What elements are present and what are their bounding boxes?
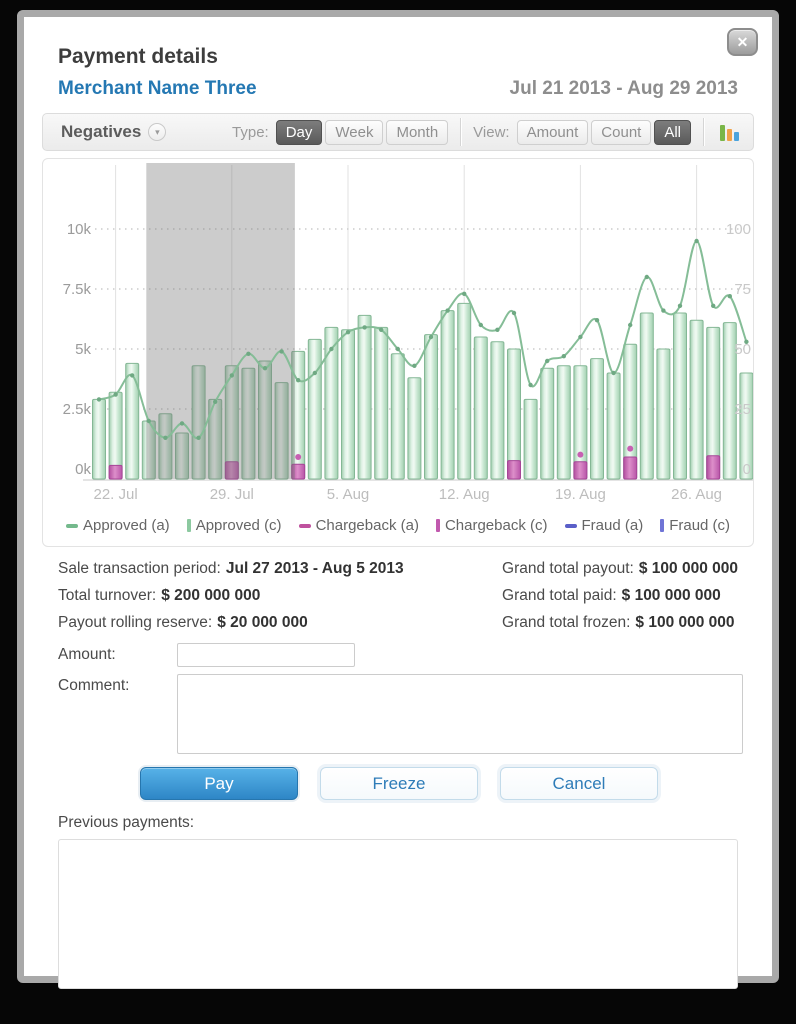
grand-paid-value: $ 100 000 000 — [622, 587, 721, 604]
svg-text:5. Aug: 5. Aug — [327, 486, 370, 503]
sale-period-label: Sale transaction period: — [58, 560, 221, 577]
legend-dash-icon — [299, 524, 311, 528]
svg-text:100: 100 — [726, 221, 751, 238]
svg-text:7.5k: 7.5k — [63, 281, 92, 298]
view-label: View: — [473, 124, 509, 141]
negatives-section-label: Negatives — [61, 122, 141, 142]
comment-field[interactable] — [177, 674, 743, 754]
chart-toolbar: Negatives ▾ Type: Day Week Month View: A… — [42, 113, 754, 151]
svg-text:5k: 5k — [75, 341, 91, 358]
grand-frozen-label: Grand total frozen: — [502, 614, 630, 631]
chargeback-dot — [577, 452, 583, 458]
previous-payments-label: Previous payments: — [58, 814, 754, 832]
comment-label: Comment: — [58, 674, 177, 754]
legend-label: Chargeback (a) — [316, 517, 419, 534]
chargeback-dot — [295, 454, 301, 460]
toolbar-divider — [703, 118, 704, 146]
svg-text:0: 0 — [743, 461, 751, 478]
legend-item: Chargeback (c) — [436, 517, 548, 534]
type-toggle: Day Week Month — [276, 120, 448, 145]
amount-field[interactable] — [177, 643, 355, 667]
previous-payments-list — [58, 839, 738, 989]
svg-text:2.5k: 2.5k — [63, 401, 92, 418]
total-turnover-value: $ 200 000 000 — [161, 587, 260, 604]
totals-right-column: Grand total payout: $ 100 000 000 Grand t… — [502, 560, 738, 641]
cancel-button[interactable]: Cancel — [500, 767, 658, 800]
merchant-name-link[interactable]: Merchant Name Three — [58, 78, 257, 100]
legend-dash-icon — [66, 524, 78, 528]
grand-frozen-value: $ 100 000 000 — [635, 614, 734, 631]
chart-icon-bar — [727, 129, 732, 141]
view-all-button[interactable]: All — [654, 120, 691, 145]
page-title: Payment details — [58, 45, 754, 69]
sale-period-value: Jul 27 2013 - Aug 5 2013 — [226, 560, 404, 577]
type-month-button[interactable]: Month — [386, 120, 448, 145]
grand-payout-value: $ 100 000 000 — [639, 560, 738, 577]
payments-chart-card: 0k 2.5k 5k 7.5k 10k 0 25 50 75 100 22. Jul 29. Jul 5… — [42, 158, 754, 547]
svg-text:0k: 0k — [75, 461, 91, 478]
view-count-button[interactable]: Count — [591, 120, 651, 145]
selection-band[interactable] — [146, 163, 295, 479]
legend-bar-icon — [436, 519, 440, 532]
legend-item: Approved (c) — [187, 517, 282, 534]
type-week-button[interactable]: Week — [325, 120, 383, 145]
legend-label: Chargeback (c) — [445, 517, 548, 534]
svg-text:50: 50 — [734, 341, 751, 358]
svg-text:75: 75 — [734, 281, 751, 298]
payout-reserve-value: $ 20 000 000 — [217, 614, 308, 631]
svg-text:10k: 10k — [67, 221, 92, 238]
close-icon: ✕ — [737, 34, 749, 50]
chart-icon-bar — [734, 132, 739, 141]
svg-text:25: 25 — [734, 401, 751, 418]
legend-label: Fraud (a) — [582, 517, 644, 534]
chart-legend: Approved (a) Approved (c) Chargeback (a) Ch… — [43, 511, 753, 546]
chart-type-icon[interactable] — [720, 123, 739, 141]
total-turnover-label: Total turnover: — [58, 587, 156, 604]
chargeback-dot — [627, 446, 633, 452]
type-day-button[interactable]: Day — [276, 120, 323, 145]
freeze-button[interactable]: Freeze — [320, 767, 478, 800]
legend-item: Fraud (a) — [565, 517, 644, 534]
toolbar-divider — [460, 118, 461, 146]
totals-left-column: Sale transaction period: Jul 27 2013 - Au… — [58, 560, 404, 641]
payments-chart[interactable]: 0k 2.5k 5k 7.5k 10k 0 25 50 75 100 22. Jul 29. Jul 5… — [43, 159, 754, 511]
legend-label: Approved (c) — [196, 517, 282, 534]
svg-text:26. Aug: 26. Aug — [671, 486, 722, 503]
legend-bar-icon — [660, 519, 664, 532]
legend-label: Fraud (c) — [669, 517, 730, 534]
svg-text:22. Jul: 22. Jul — [93, 486, 137, 503]
payment-form: Amount: Comment: — [58, 643, 754, 754]
legend-bar-icon — [187, 519, 191, 532]
grand-paid-label: Grand total paid: — [502, 587, 617, 604]
legend-item: Approved (a) — [66, 517, 170, 534]
legend-item: Chargeback (a) — [299, 517, 419, 534]
chart-icon-bar — [720, 125, 725, 141]
date-range: Jul 21 2013 - Aug 29 2013 — [510, 78, 738, 100]
legend-dash-icon — [565, 524, 577, 528]
type-label: Type: — [232, 124, 269, 141]
svg-text:19. Aug: 19. Aug — [555, 486, 606, 503]
pay-button[interactable]: Pay — [140, 767, 298, 800]
close-button[interactable]: ✕ — [727, 28, 758, 56]
totals-section: Sale transaction period: Jul 27 2013 - Au… — [58, 560, 738, 641]
subheader: Merchant Name Three Jul 21 2013 - Aug 29… — [58, 78, 738, 100]
amount-label: Amount: — [58, 643, 177, 667]
svg-text:12. Aug: 12. Aug — [439, 486, 490, 503]
view-toggle: Amount Count All — [517, 120, 691, 145]
legend-label: Approved (a) — [83, 517, 170, 534]
legend-item: Fraud (c) — [660, 517, 730, 534]
payout-reserve-label: Payout rolling reserve: — [58, 614, 212, 631]
chevron-down-icon[interactable]: ▾ — [148, 123, 166, 141]
action-buttons: Pay Freeze Cancel — [140, 767, 754, 800]
payment-details-dialog: ✕ Payment details Merchant Name Three Ju… — [17, 10, 779, 983]
grand-payout-label: Grand total payout: — [502, 560, 634, 577]
svg-text:29. Jul: 29. Jul — [210, 486, 254, 503]
view-amount-button[interactable]: Amount — [517, 120, 589, 145]
